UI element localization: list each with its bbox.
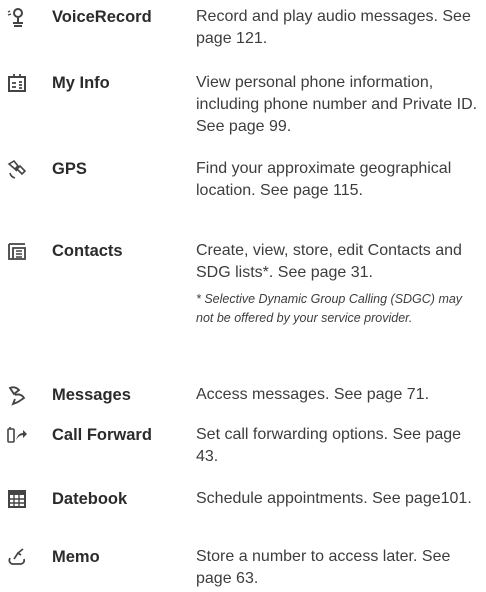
feature-name: Memo [52, 548, 100, 566]
feature-description: View personal phone information, includi… [196, 74, 478, 135]
datebook-icon [4, 488, 30, 510]
memo-icon [4, 546, 30, 568]
feature-name: Messages [52, 386, 131, 404]
feature-description: Find your approximate geographical locat… [196, 160, 452, 199]
feature-description: Create, view, store, edit Contacts and S… [196, 242, 462, 281]
messages-icon [4, 384, 30, 406]
my-info-icon [4, 72, 30, 94]
contacts-icon [4, 240, 30, 262]
feature-description: Set call forwarding options. See page 43… [196, 426, 462, 465]
feature-description: Access messages. See page 71. [196, 386, 430, 403]
call-forward-icon [4, 424, 30, 446]
feature-name: My Info [52, 74, 110, 92]
feature-name: VoiceRecord [52, 8, 152, 26]
feature-name: Contacts [52, 242, 123, 260]
microphone-icon [4, 6, 30, 28]
feature-description: Schedule appointments. See page101. [196, 490, 472, 507]
feature-name: Datebook [52, 490, 128, 508]
feature-name: GPS [52, 160, 87, 178]
feature-name: Call Forward [52, 426, 152, 444]
feature-list: VoiceRecord Record and play audio messag… [0, 0, 486, 592]
feature-description: Store a number to access later. See page… [196, 548, 451, 587]
feature-description: Record and play audio messages. See page… [196, 8, 471, 47]
footnote: * Selective Dynamic Group Calling (SDGC)… [196, 292, 463, 325]
satellite-icon [4, 158, 30, 180]
